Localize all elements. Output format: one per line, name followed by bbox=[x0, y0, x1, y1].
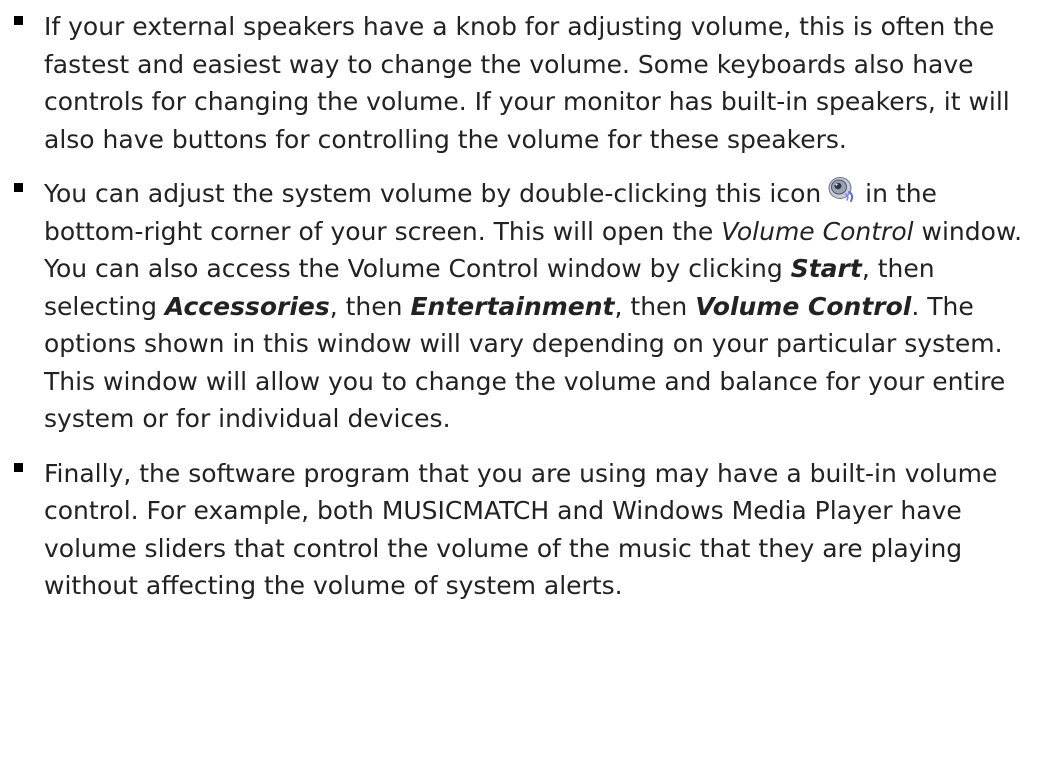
bullet-marker bbox=[14, 183, 23, 192]
text-run: , then bbox=[614, 291, 696, 321]
paragraph-system-volume: You can adjust the system volume by doub… bbox=[44, 177, 1022, 433]
paragraph-external-speakers: If your external speakers have a knob fo… bbox=[44, 12, 1010, 154]
list-item: Finally, the software program that you a… bbox=[14, 455, 1039, 605]
emphasis-volume-control: Volume Control bbox=[721, 216, 914, 246]
emphasis-volume-control-menu: Volume Control bbox=[695, 291, 912, 321]
emphasis-start: Start bbox=[790, 254, 862, 283]
list-item: You can adjust the system volume by doub… bbox=[14, 175, 1039, 438]
speaker-volume-icon bbox=[828, 177, 854, 202]
bullet-marker bbox=[14, 16, 23, 25]
emphasis-accessories: Accessories bbox=[164, 291, 330, 321]
list-item: If your external speakers have a knob fo… bbox=[14, 8, 1039, 158]
bullet-list: If your external speakers have a knob fo… bbox=[14, 8, 1039, 605]
paragraph-software-volume: Finally, the software program that you a… bbox=[44, 458, 998, 601]
emphasis-entertainment: Entertainment bbox=[410, 291, 615, 321]
text-run: You can adjust the system volume by doub… bbox=[44, 179, 822, 208]
bullet-marker bbox=[14, 462, 23, 472]
document-body: If your external speakers have a knob fo… bbox=[0, 0, 1055, 771]
text-run: , then bbox=[329, 291, 411, 321]
